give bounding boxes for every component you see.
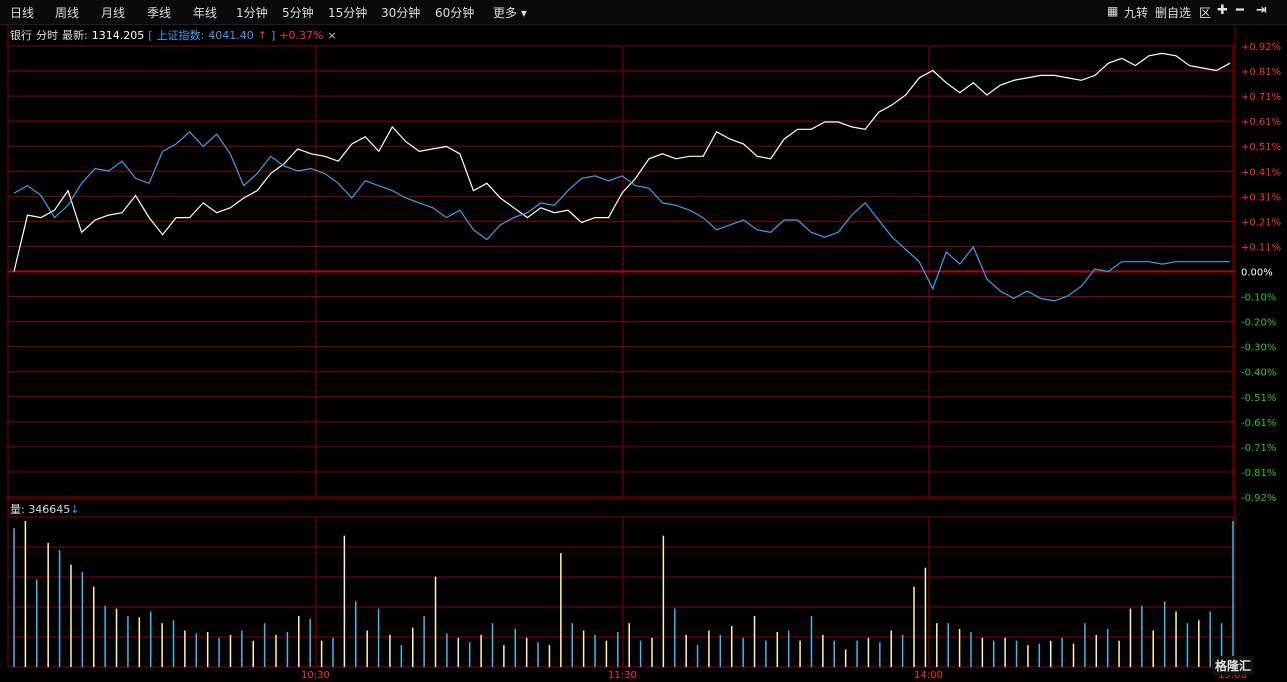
y-tick-label: +0.71% (1241, 92, 1281, 103)
volume-label: 量: (10, 503, 25, 516)
y-tick-label: +0.92% (1241, 42, 1281, 53)
intraday-chart[interactable]: +0.92% +0.81% +0.71% +0.61% +0.51% +0.41% +0.3… (0, 0, 1287, 682)
pin-icon[interactable]: ⇥ (1256, 3, 1267, 18)
period-60min[interactable]: 60分钟 (435, 4, 474, 21)
range-button[interactable]: 区 (1199, 4, 1211, 21)
period-month[interactable]: 月线 (101, 4, 125, 21)
plus-icon[interactable]: ✚ (1217, 3, 1228, 18)
toolbar: 日线 周线 月线 季线 年线 1分钟 5分钟 15分钟 30分钟 60分钟 更多… (0, 0, 1287, 25)
y-tick-label: 0.00% (1241, 268, 1273, 279)
close-icon[interactable]: × (327, 29, 336, 42)
y-tick-label: +0.21% (1241, 217, 1281, 228)
y-tick-label: -0.40% (1241, 368, 1276, 379)
period-quarter[interactable]: 季线 (147, 4, 171, 21)
period-year[interactable]: 年线 (193, 4, 217, 21)
period-1min[interactable]: 1分钟 (236, 4, 268, 21)
down-arrow-icon: ↓ (70, 503, 80, 516)
latest-value: 1314.205 (91, 29, 145, 42)
y-tick-label: +0.31% (1241, 192, 1281, 203)
index-value: 4041.40 (208, 29, 254, 42)
y-tick-label: -0.20% (1241, 318, 1276, 329)
chevron-down-icon: ▾ (520, 6, 527, 20)
period-5min[interactable]: 5分钟 (282, 4, 314, 21)
y-tick-label: +0.61% (1241, 117, 1281, 128)
x-tick-label: 14:00 (914, 670, 943, 681)
y-tick-label: -0.10% (1241, 293, 1276, 304)
window-icon[interactable]: ▦ (1107, 4, 1118, 18)
nine-turn-button[interactable]: 九转 (1124, 4, 1148, 21)
watermark-logo: 格隆汇 (1212, 656, 1255, 675)
chart-mode: 分时 (36, 29, 58, 42)
x-tick-label: 10:30 (301, 670, 330, 681)
y-tick-label: +0.11% (1241, 242, 1281, 253)
y-tick-label: -0.81% (1241, 468, 1276, 479)
period-week[interactable]: 周线 (55, 4, 79, 21)
price-line (13, 52, 1231, 272)
up-arrow-icon: ↑ (257, 29, 267, 42)
y-tick-label: +0.51% (1241, 142, 1281, 153)
watermark-text: 格隆汇 (1215, 659, 1252, 673)
y-tick-label: -0.30% (1241, 343, 1276, 354)
index-change: +0.37% (279, 29, 324, 42)
y-tick-label: -0.51% (1241, 393, 1276, 404)
minus-icon[interactable]: ━ (1236, 3, 1244, 18)
period-30min[interactable]: 30分钟 (381, 4, 420, 21)
index-bracket-close: ] (270, 29, 276, 42)
index-bracket-open: [ (148, 29, 153, 42)
more-menu[interactable]: 更多 ▾ (493, 4, 527, 21)
more-label: 更多 (493, 6, 518, 20)
y-tick-label: +0.41% (1241, 167, 1281, 178)
latest-label: 最新: (62, 29, 88, 42)
y-tick-label: +0.81% (1241, 67, 1281, 78)
index-line (13, 130, 1230, 302)
y-tick-label: -0.61% (1241, 418, 1276, 429)
volume-header: 量: 346645↓ (10, 501, 79, 517)
period-15min[interactable]: 15分钟 (328, 4, 367, 21)
x-tick-label: 11:30 (608, 670, 637, 681)
chart-header: 银行 分时 最新: 1314.205[上证指数: 4041.40 ↑] +0.37% × (10, 27, 341, 43)
volume-value: 346645 (28, 503, 71, 516)
stock-name: 银行 (10, 29, 32, 42)
period-day[interactable]: 日线 (10, 4, 34, 21)
remove-watchlist-button[interactable]: 删自选 (1155, 4, 1191, 21)
y-tick-label: -0.92% (1241, 493, 1276, 504)
y-tick-label: -0.71% (1241, 443, 1276, 454)
index-label: 上证指数: (156, 29, 205, 42)
